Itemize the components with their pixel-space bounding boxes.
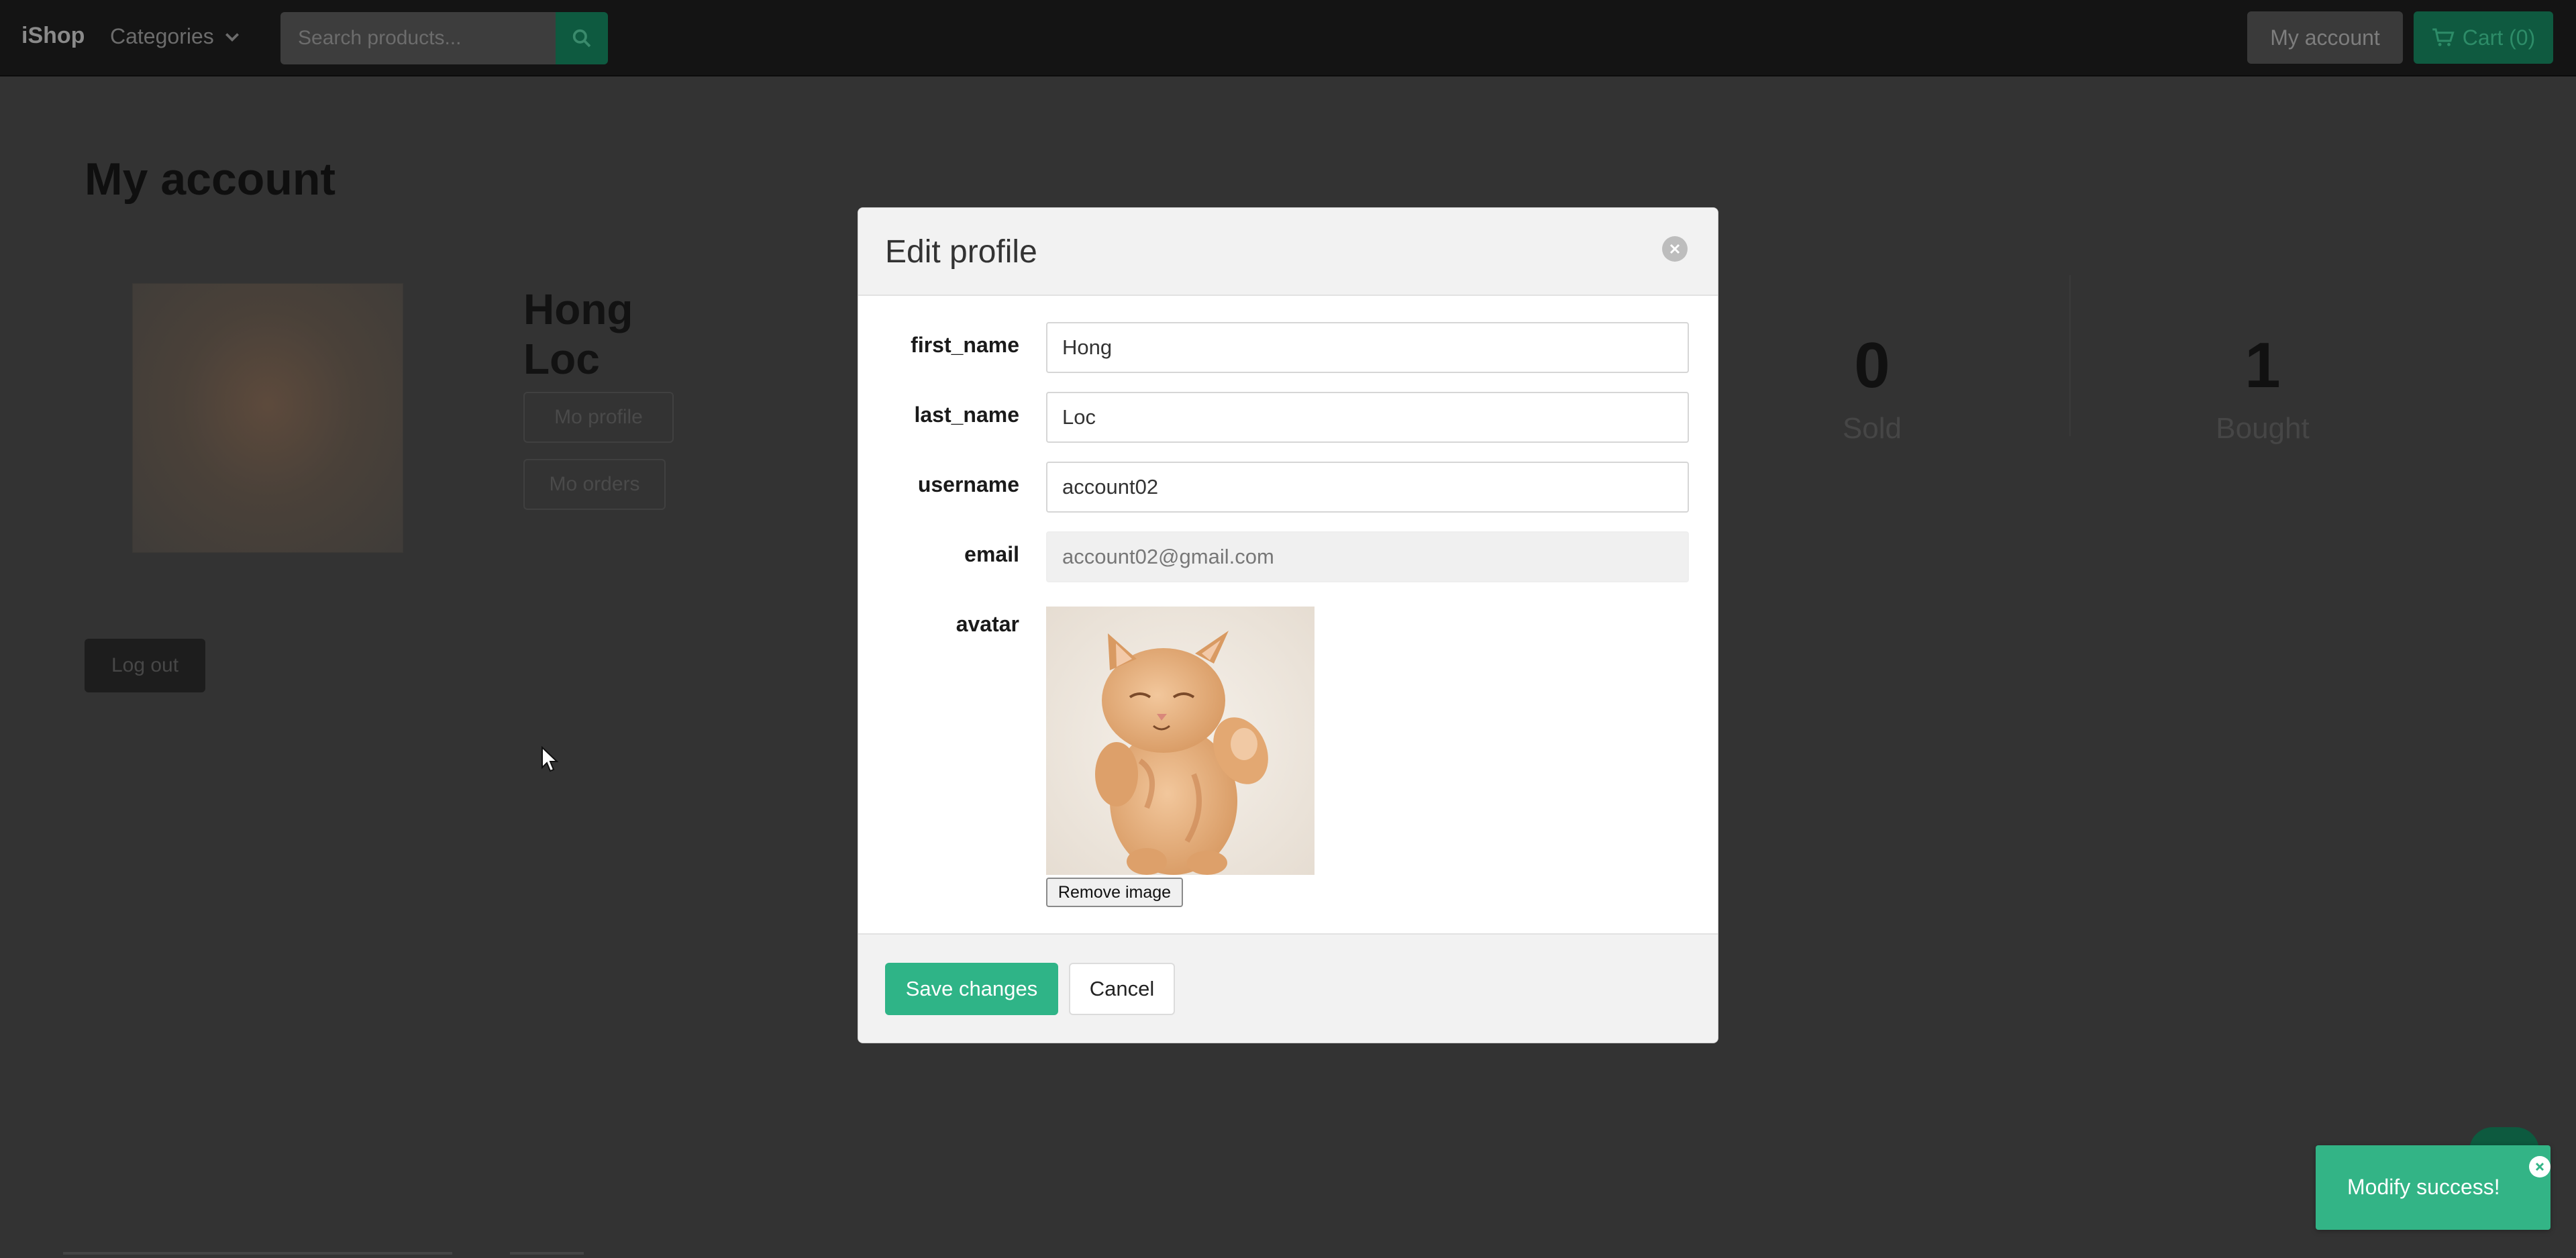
username-label: username (917, 472, 1019, 496)
remove-image-button[interactable]: Remove image (1046, 878, 1183, 907)
bottom-divider (63, 1252, 452, 1255)
cancel-button[interactable]: Cancel (1069, 963, 1175, 1015)
categories-label: Categories (110, 24, 214, 48)
bought-count: 1 (2245, 329, 2281, 401)
navbar: iShop Categories My account Cart (0) (0, 0, 2576, 76)
close-icon (2535, 1162, 2544, 1171)
modal-title: Edit profile (885, 234, 1037, 270)
bought-label: Bought (2216, 412, 2310, 445)
search-icon (572, 29, 591, 48)
profile-first-name: Hong (523, 285, 633, 333)
categories-dropdown[interactable]: Categories (110, 24, 241, 49)
mouse-cursor-icon (542, 746, 558, 772)
search-button[interactable] (556, 12, 608, 64)
bottom-divider-secondary (510, 1252, 584, 1255)
first-name-label: first_name (911, 333, 1019, 357)
orders-button[interactable]: Mo orders (523, 459, 666, 510)
modal-close-button[interactable] (1662, 236, 1688, 262)
cart-button[interactable]: Cart (0) (2414, 11, 2553, 64)
logout-button[interactable]: Log out (85, 639, 205, 692)
toast-message: Modify success! (2347, 1175, 2500, 1199)
save-changes-button[interactable]: Save changes (885, 963, 1058, 1015)
avatar-label: avatar (956, 612, 1019, 636)
last-name-label: last_name (914, 403, 1019, 427)
close-icon (1669, 244, 1680, 254)
sold-label: Sold (1842, 412, 1902, 445)
profile-name: Hong Loc (523, 284, 633, 384)
profile-avatar (132, 283, 403, 553)
sold-count: 0 (1854, 329, 1890, 401)
chevron-down-icon (225, 32, 239, 42)
avatar-image[interactable] (1046, 607, 1315, 875)
success-toast: Modify success! (2316, 1145, 2551, 1230)
page-title: My account (85, 154, 336, 205)
username-field[interactable] (1046, 462, 1689, 513)
stats-divider (2069, 275, 2071, 436)
toast-close-button[interactable] (2529, 1156, 2551, 1177)
profile-last-name: Loc (523, 335, 600, 383)
first-name-field[interactable] (1046, 322, 1689, 373)
modal-header: Edit profile (858, 208, 1718, 296)
my-account-button[interactable]: My account (2247, 11, 2403, 64)
cart-icon (2432, 28, 2455, 46)
email-label: email (964, 542, 1019, 566)
search-input[interactable] (280, 12, 556, 64)
edit-profile-modal: Edit profile first_name last_name userna… (858, 207, 1718, 1043)
profile-button[interactable]: Mo profile (523, 392, 674, 443)
brand-logo[interactable]: iShop (21, 23, 85, 49)
cart-label: Cart (0) (2462, 25, 2536, 50)
email-field[interactable] (1046, 531, 1689, 582)
last-name-field[interactable] (1046, 392, 1689, 443)
